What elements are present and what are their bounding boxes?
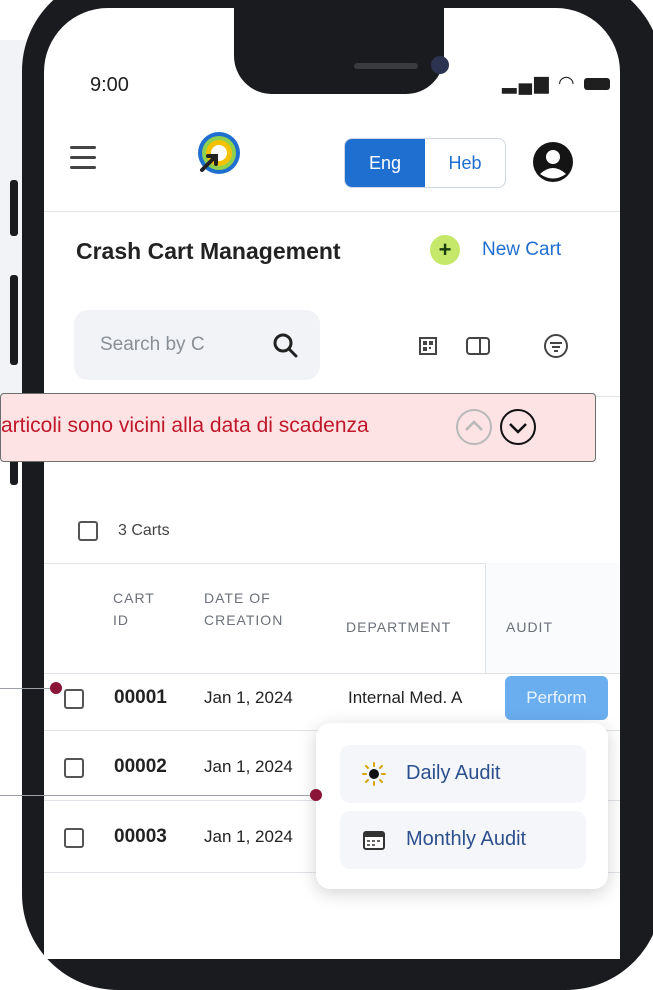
hamburger-icon[interactable] (70, 146, 96, 176)
calendar-icon (363, 831, 385, 850)
notch (234, 8, 449, 94)
page-title: Crash Cart Management (76, 238, 341, 264)
callout-marker (50, 682, 62, 694)
callout-line (0, 795, 316, 796)
chevron-up-icon[interactable] (455, 408, 493, 446)
user-icon[interactable] (532, 141, 574, 183)
cart-id: 00002 (114, 756, 167, 777)
lang-eng-button[interactable]: Eng (345, 139, 425, 187)
sun-icon (362, 762, 386, 786)
alert-text: articoli sono vicini alla data di scaden… (1, 414, 369, 437)
header-audit: AUDIT (506, 619, 553, 635)
monthly-audit-option[interactable]: Monthly Audit (340, 811, 586, 869)
new-cart-button[interactable]: + New Cart (430, 235, 561, 265)
cart-id: 00001 (114, 687, 167, 708)
wifi-icon: ◠ (557, 73, 577, 94)
cart-date: Jan 1, 2024 (204, 757, 293, 776)
card-icon[interactable] (464, 332, 492, 360)
header-date: DATE OF CREATION (204, 590, 284, 628)
header-cart-id: CART ID (113, 590, 155, 628)
phone-screen: 9:00 ▂▄▆ ◠ Eng Heb Crash Cart Management… (44, 8, 620, 959)
camera-icon (431, 56, 449, 74)
row-checkbox[interactable] (64, 689, 84, 709)
phone-button (10, 180, 18, 236)
search-input[interactable]: Search by C (74, 310, 320, 380)
qr-code-icon[interactable] (414, 332, 442, 360)
header-department: DEPARTMENT (346, 619, 452, 635)
status-time: 9:00 (90, 74, 129, 96)
lang-heb-button[interactable]: Heb (425, 139, 505, 187)
cart-date: Jan 1, 2024 (204, 827, 293, 846)
signal-icon: ▂▄▆ (502, 73, 551, 94)
language-toggle: Eng Heb (344, 138, 506, 188)
filter-icon[interactable] (542, 332, 570, 360)
row-checkbox[interactable] (64, 828, 84, 848)
daily-audit-label: Daily Audit (406, 762, 501, 784)
app-logo (198, 132, 240, 174)
perform-audit-button[interactable]: Perform (505, 676, 608, 720)
chevron-down-icon[interactable] (499, 408, 537, 446)
plus-icon: + (430, 235, 460, 265)
divider (44, 673, 620, 674)
callout-line (0, 688, 56, 689)
battery-icon (583, 77, 610, 90)
callout-marker (310, 789, 322, 801)
row-checkbox[interactable] (64, 758, 84, 778)
monthly-audit-label: Monthly Audit (406, 828, 527, 850)
cart-department: Internal Med. A (348, 688, 463, 707)
carts-count: 3 Carts (118, 522, 170, 539)
expiry-alert-banner: articoli sono vicini alla data di scaden… (0, 393, 596, 462)
audit-dropdown-menu: Daily Audit Monthly Audit (316, 723, 608, 889)
cart-date: Jan 1, 2024 (204, 688, 293, 707)
search-icon[interactable] (272, 332, 298, 358)
phone-button (10, 275, 18, 365)
daily-audit-option[interactable]: Daily Audit (340, 745, 586, 803)
divider (44, 211, 620, 212)
search-placeholder: Search by C (100, 334, 205, 355)
status-icons: ▂▄▆ ◠ (502, 72, 610, 95)
select-all-checkbox[interactable] (78, 521, 98, 541)
cart-id: 00003 (114, 826, 167, 847)
new-cart-label: New Cart (482, 239, 562, 260)
table-header: CART ID DATE OF CREATION DEPARTMENT AUDI… (44, 563, 620, 673)
